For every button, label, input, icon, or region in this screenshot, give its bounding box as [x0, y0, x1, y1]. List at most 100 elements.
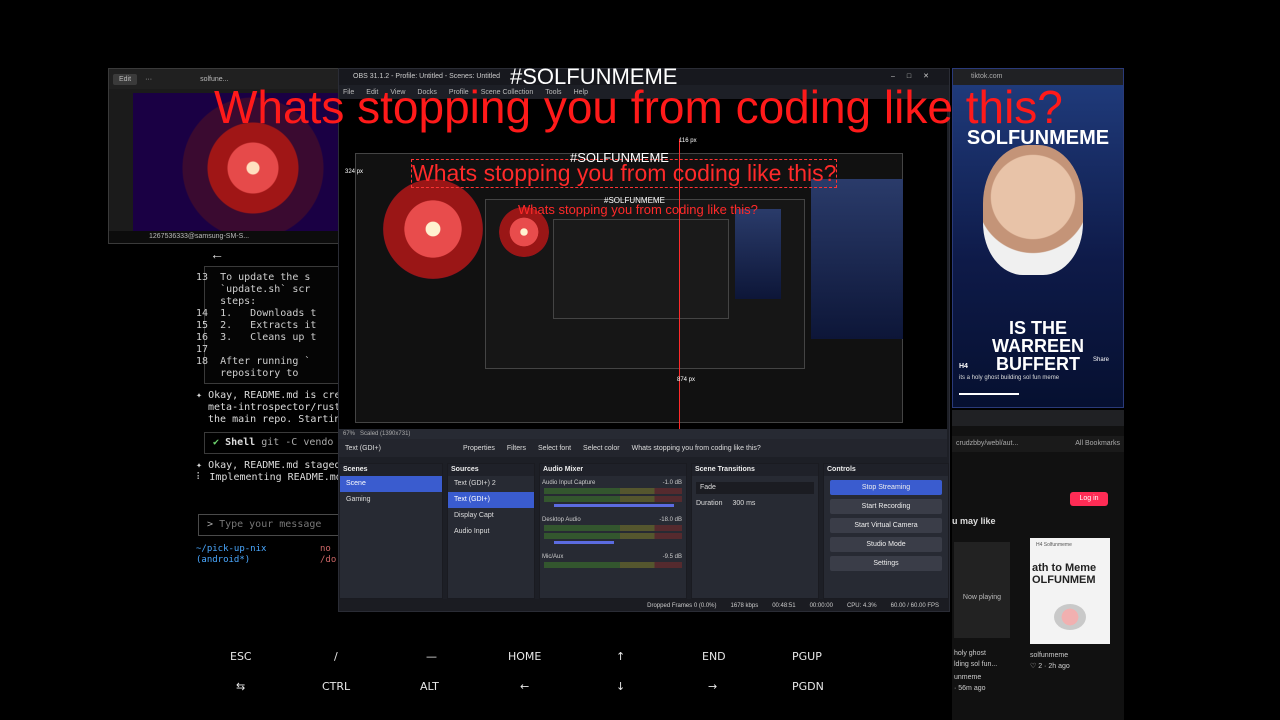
shell-tool-box: ✔ Shell git -C vendo: [204, 432, 340, 454]
measure-top: 116 px: [679, 138, 697, 144]
item-text: unmeme: [954, 674, 982, 681]
message-input[interactable]: > Type your message: [198, 514, 340, 536]
key-alt[interactable]: ALT: [420, 680, 439, 693]
volume-meter: [544, 496, 682, 502]
properties-button[interactable]: Properties: [463, 445, 495, 452]
now-playing-tile[interactable]: Now playing: [954, 542, 1010, 638]
key-right[interactable]: →: [708, 680, 717, 693]
footer-col2: no /do: [320, 544, 336, 566]
browser-tabs[interactable]: [952, 410, 1124, 426]
nested-buffett: [811, 179, 903, 339]
code-line: 18 After running `: [196, 356, 311, 367]
video-card[interactable]: H4 Solfunmeme ath to Meme OLFUNMEM: [1030, 538, 1110, 644]
dock-title: Controls: [824, 464, 948, 476]
key-ctrl[interactable]: CTRL: [322, 680, 350, 693]
key-tab[interactable]: ⇆: [236, 680, 245, 693]
assistant-message-1: ✦ Okay, README.md is cre meta-introspect…: [196, 390, 341, 426]
key-esc[interactable]: ESC: [230, 650, 252, 663]
item-text: lding sol fun...: [954, 661, 998, 668]
volume-meter: [544, 525, 682, 531]
select-font-button[interactable]: Select font: [538, 445, 571, 452]
browser-window[interactable]: crudzbby/webl/aut... All Bookmarks Log i…: [952, 410, 1124, 720]
scene-item[interactable]: Gaming: [340, 492, 442, 508]
mixer-channel: Desktop Audio -18.0 dB: [542, 517, 682, 523]
source-item[interactable]: Text (GDI+): [448, 492, 534, 508]
key-home[interactable]: HOME: [508, 650, 541, 663]
stream-time: 00:48:51: [772, 603, 796, 609]
scale-info: Scaled (1390x731): [360, 431, 411, 437]
key-down[interactable]: ↓: [616, 680, 625, 693]
start-virtual-camera-button[interactable]: Start Virtual Camera: [830, 518, 942, 533]
code-line: `update.sh` scr: [196, 284, 311, 295]
source-name: Text (GDI+): [345, 444, 381, 452]
code-line: repository to: [196, 368, 299, 379]
video-author[interactable]: H4: [959, 363, 968, 370]
controls-dock: Controls Stop Streaming Start Recording …: [823, 463, 949, 599]
dock-title: Scenes: [340, 464, 442, 476]
buffett-face-image: [983, 145, 1083, 275]
code-line: 14 1. Downloads t: [196, 308, 317, 319]
video-progress[interactable]: [959, 393, 1019, 395]
settings-button[interactable]: Settings: [830, 556, 942, 571]
key-pgup[interactable]: PGUP: [792, 650, 822, 663]
check-icon: ✔: [213, 437, 220, 448]
text-value[interactable]: Whats stopping you from coding like this…: [632, 445, 761, 452]
footer-text: no: [320, 544, 331, 554]
card-author[interactable]: solfunmeme: [1030, 652, 1068, 659]
filters-button[interactable]: Filters: [507, 445, 526, 452]
studio-mode-button[interactable]: Studio Mode: [830, 537, 942, 552]
scene-item[interactable]: Scene: [340, 476, 442, 492]
select-color-button[interactable]: Select color: [583, 445, 620, 452]
nested-art: [383, 179, 483, 279]
volume-meter: [544, 488, 682, 494]
message-text: Okay, README.md is cre: [208, 390, 341, 401]
obs-preview[interactable]: 116 px 324 px 874 px: [339, 99, 947, 429]
scenes-dock: Scenes Scene Gaming: [339, 463, 443, 599]
branch-text: (android*): [196, 555, 251, 565]
start-recording-button[interactable]: Start Recording: [830, 499, 942, 514]
shell-command: git -C vendo: [261, 437, 334, 448]
source-item[interactable]: Text (GDI+) 2: [448, 476, 534, 492]
bitrate: 1678 kbps: [730, 603, 759, 609]
hashtag-overlay-nested-2: #SOLFUNMEME: [604, 196, 665, 205]
source-item[interactable]: Display Capt: [448, 508, 534, 524]
code-line: 15 2. Extracts it: [196, 320, 317, 331]
more-icon[interactable]: ···: [145, 76, 152, 83]
volume-meter: [544, 562, 682, 568]
window-title: OBS 31.1.2 - Profile: Untitled - Scenes:…: [353, 73, 501, 80]
mixer-channel: Mic/Aux -9.5 dB: [542, 554, 682, 560]
code-line: 16 3. Cleans up t: [196, 332, 317, 343]
scene-transitions-dock: Scene Transitions Fade Duration 300 ms: [691, 463, 819, 599]
video-description: its a holy ghost building sol fun meme: [959, 375, 1060, 381]
browser-url[interactable]: crudzbby/webl/aut... All Bookmarks: [952, 436, 1124, 452]
zoom-level: 67%: [343, 431, 356, 437]
preview-status: 67% Scaled (1390x731): [339, 429, 947, 439]
duration-input[interactable]: 300 ms: [732, 500, 755, 507]
key-pgdn[interactable]: PGDN: [792, 680, 824, 693]
transition-select[interactable]: Fade: [696, 482, 814, 494]
item-text: holy ghost: [954, 650, 986, 657]
source-item[interactable]: Audio Input: [448, 524, 534, 540]
share-label[interactable]: Share: [1093, 357, 1109, 363]
card-title: ath to Meme OLFUNMEM: [1032, 562, 1097, 586]
footer-text: /do: [320, 555, 337, 565]
key-up[interactable]: ↑: [616, 650, 625, 663]
stop-streaming-button[interactable]: Stop Streaming: [830, 480, 942, 495]
cwd-footer: ~/pick-up-nix (android*): [196, 544, 266, 566]
key-dash[interactable]: —: [426, 650, 437, 663]
key-end[interactable]: END: [702, 650, 726, 663]
key-left[interactable]: ←: [520, 680, 529, 693]
edit-button[interactable]: Edit: [113, 73, 138, 85]
volume-slider[interactable]: [554, 504, 674, 507]
assistant-message-2: ✦ Okay, README.md staged ⠇ Implementing …: [196, 460, 342, 484]
key-slash[interactable]: /: [334, 650, 338, 663]
item-text: · 56m ago: [954, 685, 986, 692]
all-bookmarks[interactable]: All Bookmarks: [1075, 436, 1120, 452]
login-button[interactable]: Log in: [1070, 492, 1108, 506]
input-placeholder: Type your message: [219, 519, 322, 530]
card-tag: H4 Solfunmeme: [1036, 542, 1072, 548]
volume-slider[interactable]: [554, 541, 614, 544]
you-may-like-heading: u may like: [952, 516, 996, 526]
diamond-icon: ✦: [196, 460, 203, 471]
diamond-icon: ✦: [196, 390, 203, 401]
